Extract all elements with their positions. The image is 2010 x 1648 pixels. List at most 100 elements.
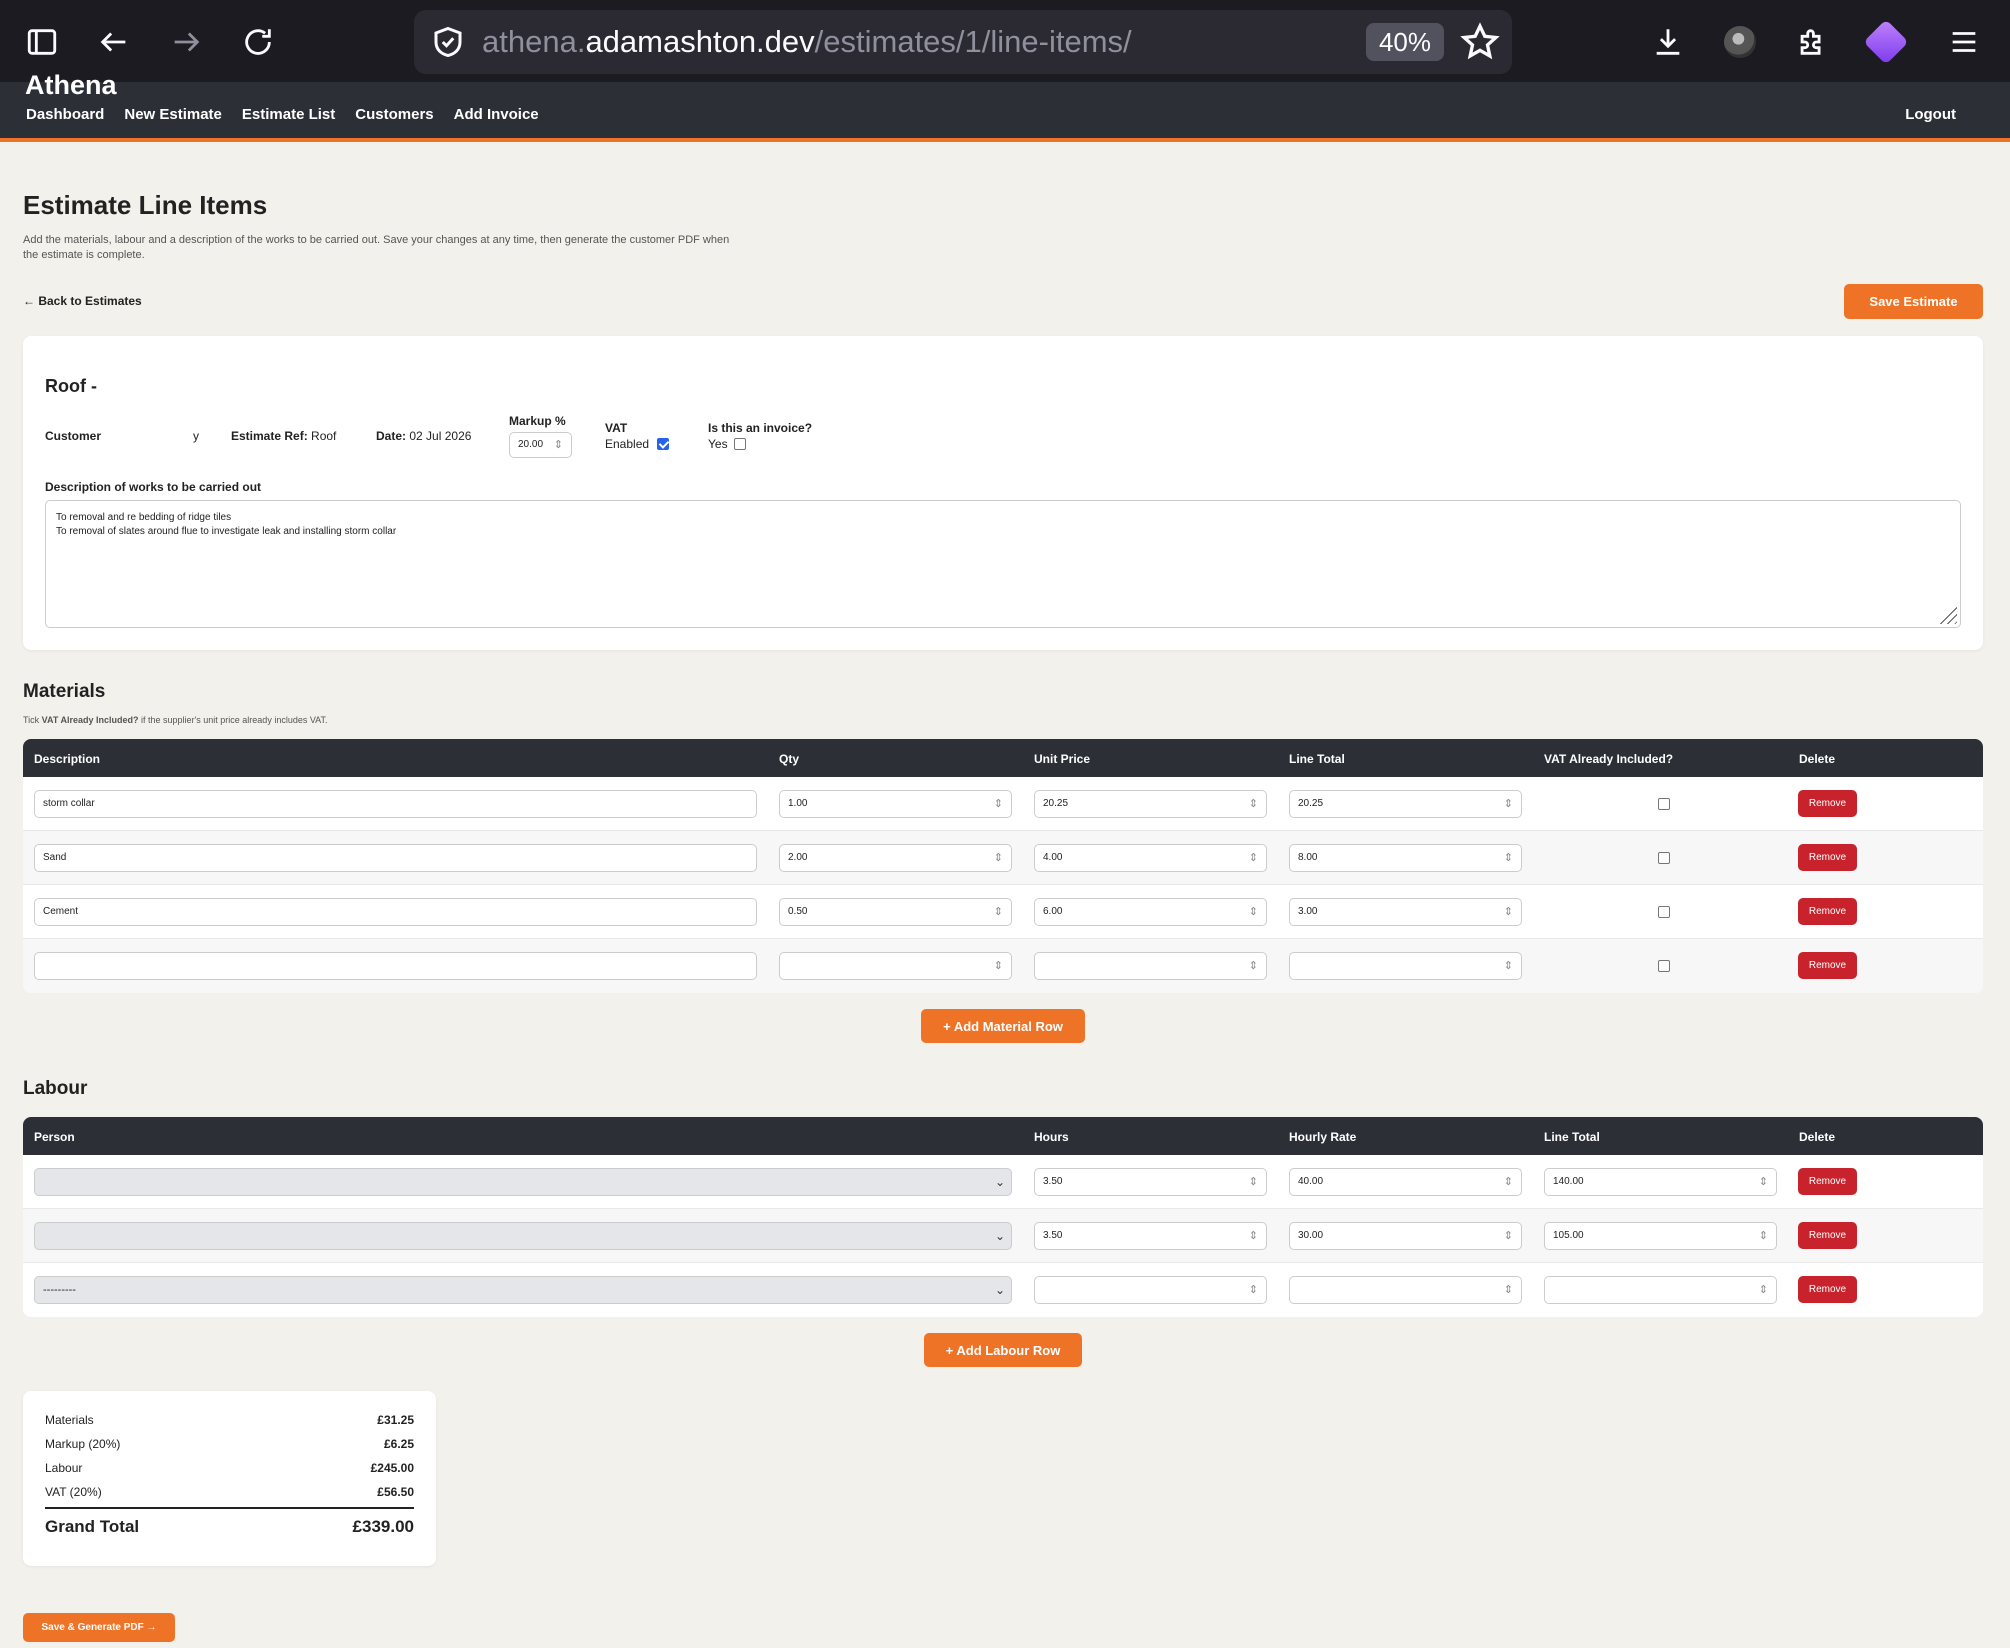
remove-button[interactable]: Remove xyxy=(1798,790,1857,817)
customer-value: y xyxy=(193,429,199,443)
table-row: Remove xyxy=(23,939,1983,993)
person-select[interactable]: --------- ⌄ xyxy=(34,1276,1012,1304)
total-vat: VAT (20%) £56.50 xyxy=(45,1485,414,1499)
table-row: Cement 0.50 6.00 3.00 Remove xyxy=(23,885,1983,939)
materials-heading: Materials xyxy=(23,681,106,702)
estimate-details-card: Roof - Customer y Estimate Ref: Roof Dat… xyxy=(23,336,1983,650)
estimate-ref: Estimate Ref: Roof xyxy=(231,429,337,443)
material-qty-input[interactable] xyxy=(779,952,1012,980)
chevron-down-icon: ⌄ xyxy=(994,1229,1005,1243)
labour-heading: Labour xyxy=(23,1078,88,1099)
url-bar[interactable]: athena.adamashton.dev/estimates/1/line-i… xyxy=(414,10,1512,74)
account-avatar[interactable] xyxy=(1724,26,1756,58)
extension-icon[interactable] xyxy=(1863,19,1909,65)
material-unit-price-input[interactable]: 20.25 xyxy=(1034,790,1267,818)
col-line-total: Line Total xyxy=(1289,752,1345,766)
table-row: ⌄ 3.50 40.00 140.00 Remove xyxy=(23,1155,1983,1209)
save-estimate-button[interactable]: Save Estimate xyxy=(1844,284,1983,319)
vat-included-checkbox[interactable] xyxy=(1658,906,1670,918)
nav-customers[interactable]: Customers xyxy=(355,106,433,123)
shield-icon[interactable] xyxy=(430,24,466,60)
vat-enabled-checkbox[interactable] xyxy=(657,438,670,450)
materials-table: Description Qty Unit Price Line Total VA… xyxy=(23,739,1983,993)
labour-table: Person Hours Hourly Rate Line Total Dele… xyxy=(23,1117,1983,1317)
forward-arrow-icon[interactable] xyxy=(164,20,208,64)
vat-enabled-label: Enabled xyxy=(605,437,650,451)
markup-label: Markup % xyxy=(509,414,566,428)
brand-logo[interactable]: Athena xyxy=(25,70,117,100)
total-materials: Materials £31.25 xyxy=(45,1413,414,1427)
markup-input[interactable]: 20.00 xyxy=(509,432,572,458)
vat-included-checkbox[interactable] xyxy=(1658,852,1670,864)
labour-rate-input[interactable]: 30.00 xyxy=(1289,1222,1522,1250)
puzzle-icon[interactable] xyxy=(1790,20,1834,64)
material-description-input[interactable] xyxy=(34,952,757,980)
col-unit-price: Unit Price xyxy=(1034,752,1091,766)
material-unit-price-input[interactable]: 4.00 xyxy=(1034,844,1267,872)
col-person: Person xyxy=(34,1130,75,1144)
labour-line-total-input[interactable]: 140.00 xyxy=(1544,1168,1777,1196)
material-line-total-input[interactable]: 3.00 xyxy=(1289,898,1522,926)
material-qty-input[interactable]: 0.50 xyxy=(779,898,1012,926)
sidebar-icon[interactable] xyxy=(20,20,64,64)
material-qty-input[interactable]: 2.00 xyxy=(779,844,1012,872)
material-line-total-input[interactable]: 8.00 xyxy=(1289,844,1522,872)
material-line-total-input[interactable] xyxy=(1289,952,1522,980)
remove-button[interactable]: Remove xyxy=(1798,844,1857,871)
col-vat-included: VAT Already Included? xyxy=(1544,752,1674,766)
hamburger-menu-icon[interactable] xyxy=(1942,20,1986,64)
labour-line-total-input[interactable]: 105.00 xyxy=(1544,1222,1777,1250)
logout-link[interactable]: Logout xyxy=(1905,106,1956,123)
remove-button[interactable]: Remove xyxy=(1798,898,1857,925)
material-unit-price-input[interactable]: 6.00 xyxy=(1034,898,1267,926)
material-description-input[interactable]: storm collar xyxy=(34,790,757,818)
table-row: ---------⌄ Remove xyxy=(23,1263,1983,1317)
app-nav: Athena Dashboard New Estimate Estimate L… xyxy=(0,70,2010,142)
add-material-row-button[interactable]: + Add Material Row xyxy=(921,1009,1085,1043)
star-icon[interactable] xyxy=(1460,22,1500,62)
col-delete: Delete xyxy=(1799,1130,1836,1144)
zoom-level[interactable]: 40% xyxy=(1366,23,1444,61)
download-icon[interactable] xyxy=(1646,20,1690,64)
material-description-input[interactable]: Sand xyxy=(34,844,757,872)
labour-hours-input[interactable]: 3.50 xyxy=(1034,1222,1267,1250)
back-to-estimates-link[interactable]: ← Back to Estimates xyxy=(23,294,142,308)
nav-add-invoice[interactable]: Add Invoice xyxy=(454,106,539,123)
material-qty-input[interactable]: 1.00 xyxy=(779,790,1012,818)
reload-icon[interactable] xyxy=(236,20,280,64)
remove-button[interactable]: Remove xyxy=(1798,1222,1857,1249)
description-line: To removal of slates around flue to inve… xyxy=(56,526,397,537)
remove-button[interactable]: Remove xyxy=(1798,1276,1857,1303)
person-select[interactable]: ⌄ xyxy=(34,1222,1012,1250)
nav-estimate-list[interactable]: Estimate List xyxy=(242,106,335,123)
invoice-yes-label: Yes xyxy=(708,437,728,451)
nav-new-estimate[interactable]: New Estimate xyxy=(124,106,222,123)
remove-button[interactable]: Remove xyxy=(1798,1168,1857,1195)
labour-line-total-input[interactable] xyxy=(1544,1276,1777,1304)
vat-included-checkbox[interactable] xyxy=(1658,798,1670,810)
invoice-checkbox[interactable] xyxy=(733,438,746,450)
add-labour-row-button[interactable]: + Add Labour Row xyxy=(924,1333,1082,1367)
labour-rate-input[interactable]: 40.00 xyxy=(1289,1168,1522,1196)
vat-included-checkbox[interactable] xyxy=(1658,960,1670,972)
save-generate-pdf-button[interactable]: Save & Generate PDF → xyxy=(23,1613,175,1642)
person-select[interactable]: ⌄ xyxy=(34,1168,1012,1196)
labour-hours-input[interactable]: 3.50 xyxy=(1034,1168,1267,1196)
description-label: Description of works to be carried out xyxy=(45,480,262,494)
material-line-total-input[interactable]: 20.25 xyxy=(1289,790,1522,818)
resize-grip-icon[interactable] xyxy=(1935,602,1957,624)
estimate-date: Date: 02 Jul 2026 xyxy=(376,429,472,443)
back-arrow-icon[interactable] xyxy=(92,20,136,64)
table-row: Sand 2.00 4.00 8.00 Remove xyxy=(23,831,1983,885)
material-description-input[interactable]: Cement xyxy=(34,898,757,926)
remove-button[interactable]: Remove xyxy=(1798,952,1857,979)
labour-hours-input[interactable] xyxy=(1034,1276,1267,1304)
material-unit-price-input[interactable] xyxy=(1034,952,1267,980)
description-textarea[interactable]: To removal and re bedding of ridge tiles… xyxy=(45,500,1961,628)
nav-dashboard[interactable]: Dashboard xyxy=(26,106,104,123)
url-text[interactable]: athena.adamashton.dev/estimates/1/line-i… xyxy=(482,24,1132,60)
col-hours: Hours xyxy=(1034,1130,1069,1144)
labour-rate-input[interactable] xyxy=(1289,1276,1522,1304)
materials-note: Tick VAT Already Included? if the suppli… xyxy=(23,715,328,725)
customer-label: Customer xyxy=(45,429,102,443)
